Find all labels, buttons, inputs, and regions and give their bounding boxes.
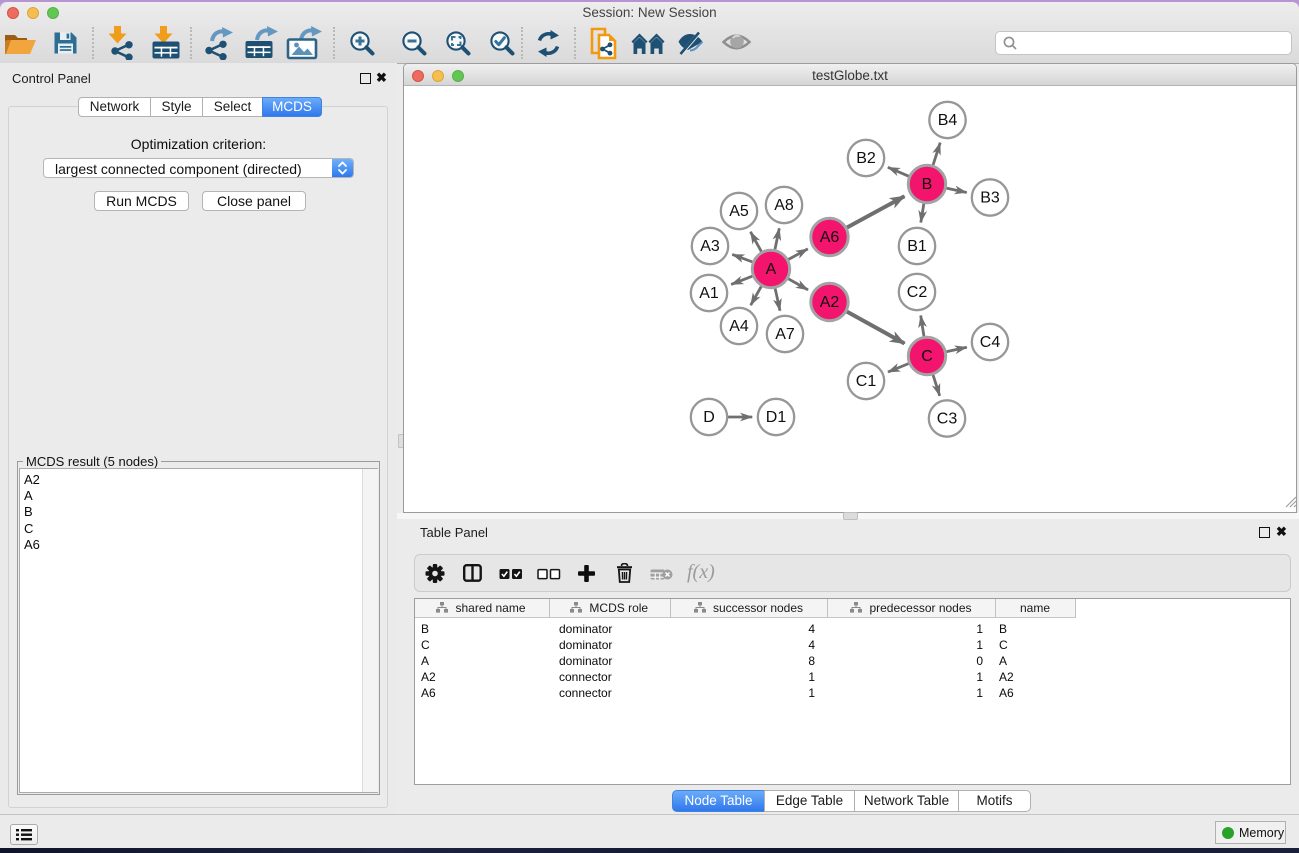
svg-text:A6: A6 xyxy=(820,229,840,246)
svg-text:B3: B3 xyxy=(980,190,1000,207)
svg-text:D: D xyxy=(703,409,715,426)
svg-text:A7: A7 xyxy=(775,326,795,343)
svg-text:B4: B4 xyxy=(938,112,958,129)
svg-text:C1: C1 xyxy=(856,373,877,390)
svg-text:B2: B2 xyxy=(856,150,876,167)
svg-text:A1: A1 xyxy=(699,285,719,302)
svg-text:A8: A8 xyxy=(774,197,794,214)
svg-text:A3: A3 xyxy=(700,238,720,255)
svg-text:B: B xyxy=(922,176,933,193)
svg-text:A2: A2 xyxy=(820,294,840,311)
svg-text:A5: A5 xyxy=(729,203,749,220)
svg-text:C2: C2 xyxy=(907,284,928,301)
svg-text:C4: C4 xyxy=(980,334,1001,351)
svg-text:D1: D1 xyxy=(766,409,787,426)
svg-text:C3: C3 xyxy=(937,411,958,428)
svg-text:A4: A4 xyxy=(729,318,749,335)
svg-text:B1: B1 xyxy=(907,238,927,255)
svg-text:C: C xyxy=(921,348,933,365)
svg-text:A: A xyxy=(766,261,777,278)
